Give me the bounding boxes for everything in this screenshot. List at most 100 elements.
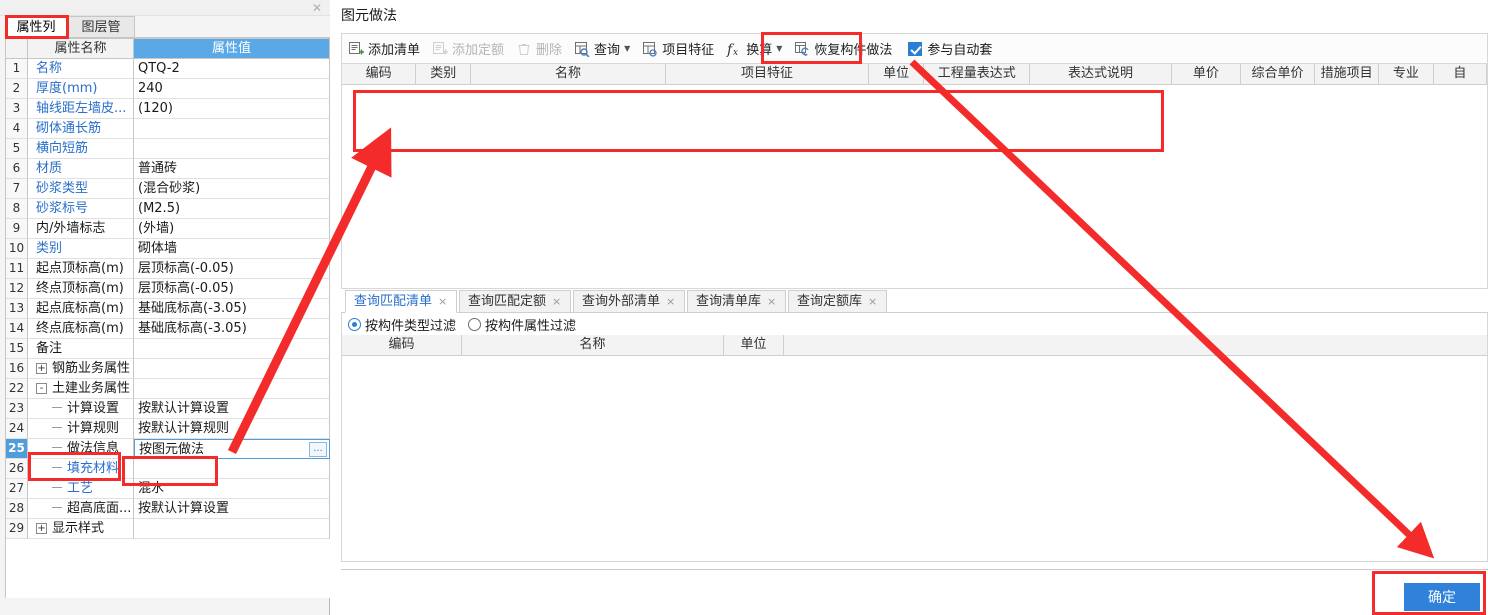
col-header[interactable]: 表达式说明 [1030, 64, 1172, 84]
property-name-cell[interactable]: 计算规则 [28, 419, 134, 439]
query-tab-2[interactable]: 查询外部清单 × [573, 290, 685, 313]
property-name-cell[interactable]: 备注 [28, 339, 134, 359]
property-value-cell[interactable]: (外墙) [134, 219, 330, 239]
property-value-cell[interactable]: (120) [134, 99, 330, 119]
table-row[interactable]: 27 工艺 混水 [6, 479, 330, 499]
table-row[interactable]: 28 超高底面... 按默认计算设置 [6, 499, 330, 519]
col-header[interactable]: 编码 [342, 64, 417, 84]
table-row[interactable]: 14 终点底标高(m) 基础底标高(-3.05) [6, 319, 330, 339]
query-tab-0[interactable]: 查询匹配清单 × [345, 290, 457, 313]
property-value-cell[interactable]: 按默认计算设置 [134, 499, 330, 519]
table-row[interactable]: 12 终点顶标高(m) 层顶标高(-0.05) [6, 279, 330, 299]
col-header[interactable]: 单位 [869, 64, 925, 84]
radio-icon[interactable] [348, 317, 361, 331]
query-result-grid[interactable]: 编码 名称 单位 [341, 335, 1488, 562]
property-value-cell[interactable]: QTQ-2 [134, 59, 330, 79]
property-name-cell[interactable]: + 显示样式 [28, 519, 134, 539]
close-icon[interactable]: × [868, 295, 877, 308]
col-header[interactable]: 措施项目 [1315, 64, 1379, 84]
col-header[interactable]: 综合单价 [1241, 64, 1316, 84]
table-row[interactable]: 6 材质 普通砖 [6, 159, 330, 179]
table-row[interactable]: 2 厚度(mm) 240 [6, 79, 330, 99]
table-row[interactable]: 25 做法信息 按图元做法... [6, 439, 330, 459]
toolbar-button-feature[interactable]: 项目特征 [636, 35, 720, 63]
property-name-cell[interactable]: 厚度(mm) [28, 79, 134, 99]
property-name-cell[interactable]: 工艺 [28, 479, 134, 499]
property-value-cell[interactable] [134, 519, 330, 539]
property-value-cell[interactable] [134, 379, 330, 399]
expander-icon[interactable]: + [36, 523, 47, 534]
close-icon[interactable]: × [438, 295, 447, 308]
col-header[interactable]: 单价 [1172, 64, 1241, 84]
property-value-cell[interactable]: (混合砂浆) [134, 179, 330, 199]
property-value-cell[interactable]: 层顶标高(-0.05) [134, 259, 330, 279]
col-header[interactable]: 专业 [1379, 64, 1434, 84]
toolbar-button-add-list[interactable]: 添加清单 [342, 35, 426, 63]
col-header[interactable]: 名称 [471, 64, 666, 84]
table-row[interactable]: 7 砂浆类型 (混合砂浆) [6, 179, 330, 199]
property-value-cell[interactable] [134, 459, 330, 479]
property-name-cell[interactable]: 轴线距左墙皮... [28, 99, 134, 119]
property-name-cell[interactable]: - 土建业务属性 [28, 379, 134, 399]
chevron-down-icon[interactable]: ▼ [776, 44, 782, 53]
expander-icon[interactable]: - [36, 383, 47, 394]
property-value-cell[interactable] [134, 119, 330, 139]
table-row[interactable]: 9 内/外墙标志 (外墙) [6, 219, 330, 239]
property-name-cell[interactable]: 砂浆类型 [28, 179, 134, 199]
query-tab-3[interactable]: 查询清单库 × [687, 290, 786, 313]
property-value-cell[interactable] [134, 359, 330, 379]
property-value-cell[interactable]: 按图元做法... [134, 439, 330, 459]
property-name-cell[interactable]: + 钢筋业务属性 [28, 359, 134, 379]
property-name-cell[interactable]: 计算设置 [28, 399, 134, 419]
table-row[interactable]: 10 类别 砌体墙 [6, 239, 330, 259]
table-row[interactable]: 8 砂浆标号 (M2.5) [6, 199, 330, 219]
tab-property-list[interactable]: 属性列表 [5, 16, 67, 56]
close-icon[interactable]: × [552, 295, 561, 308]
close-icon[interactable]: × [666, 295, 675, 308]
close-icon[interactable]: ✕ [310, 1, 324, 15]
tab-layer-manage[interactable]: 图层管理 [67, 16, 135, 56]
query-tab-4[interactable]: 查询定额库 × [788, 290, 887, 313]
property-value-cell[interactable]: 按默认计算规则 [134, 419, 330, 439]
property-name-cell[interactable]: 做法信息 [28, 439, 134, 459]
property-value-cell[interactable] [134, 339, 330, 359]
method-grid[interactable]: 编码 类别 名称 项目特征 单位 工程量表达式 表达式说明 单价 综合单价 措施项目 专业自 [341, 63, 1488, 289]
property-value-cell[interactable]: 砌体墙 [134, 239, 330, 259]
col-header[interactable]: 工程量表达式 [924, 64, 1031, 84]
query-tab-1[interactable]: 查询匹配定额 × [459, 290, 571, 313]
filter-radio-1[interactable]: 按构件属性过滤 [468, 315, 576, 334]
table-row[interactable]: 22- 土建业务属性 [6, 379, 330, 399]
col-header[interactable]: 单位 [724, 335, 784, 355]
property-name-cell[interactable]: 起点顶标高(m) [28, 259, 134, 279]
property-name-cell[interactable]: 超高底面... [28, 499, 134, 519]
property-name-cell[interactable]: 类别 [28, 239, 134, 259]
property-name-cell[interactable]: 内/外墙标志 [28, 219, 134, 239]
property-name-cell[interactable]: 终点底标高(m) [28, 319, 134, 339]
ok-button[interactable]: 确定 [1404, 583, 1480, 611]
table-row[interactable]: 11 起点顶标高(m) 层顶标高(-0.05) [6, 259, 330, 279]
property-name-cell[interactable]: 终点顶标高(m) [28, 279, 134, 299]
table-row[interactable]: 23 计算设置 按默认计算设置 [6, 399, 330, 419]
chevron-down-icon[interactable]: ▼ [624, 44, 630, 53]
method-grid-body[interactable] [342, 85, 1487, 288]
property-value-cell[interactable]: (M2.5) [134, 199, 330, 219]
auto-apply-checkbox[interactable]: 参与自动套 [898, 39, 992, 58]
table-row[interactable]: 24 计算规则 按默认计算规则 [6, 419, 330, 439]
property-name-cell[interactable]: 名称 [28, 59, 134, 79]
property-value-cell[interactable]: 基础底标高(-3.05) [134, 299, 330, 319]
property-name-cell[interactable]: 横向短筋 [28, 139, 134, 159]
table-row[interactable]: 1 名称 QTQ-2 [6, 59, 330, 79]
property-value-cell[interactable]: 层顶标高(-0.05) [134, 279, 330, 299]
property-name-cell[interactable]: 起点底标高(m) [28, 299, 134, 319]
table-row[interactable]: 4 砌体通长筋 [6, 119, 330, 139]
property-name-cell[interactable]: 砂浆标号 [28, 199, 134, 219]
table-row[interactable]: 5 横向短筋 [6, 139, 330, 159]
col-header[interactable]: 自 [1434, 64, 1487, 84]
table-row[interactable]: 15 备注 [6, 339, 330, 359]
property-name-cell[interactable]: 砌体通长筋 [28, 119, 134, 139]
table-row[interactable]: 3 轴线距左墙皮... (120) [6, 99, 330, 119]
radio-icon[interactable] [468, 317, 482, 331]
expander-icon[interactable]: + [36, 363, 47, 374]
toolbar-button-fx[interactable]: f x 换算 ▼ [720, 35, 788, 63]
table-row[interactable]: 16 + 钢筋业务属性 [6, 359, 330, 379]
